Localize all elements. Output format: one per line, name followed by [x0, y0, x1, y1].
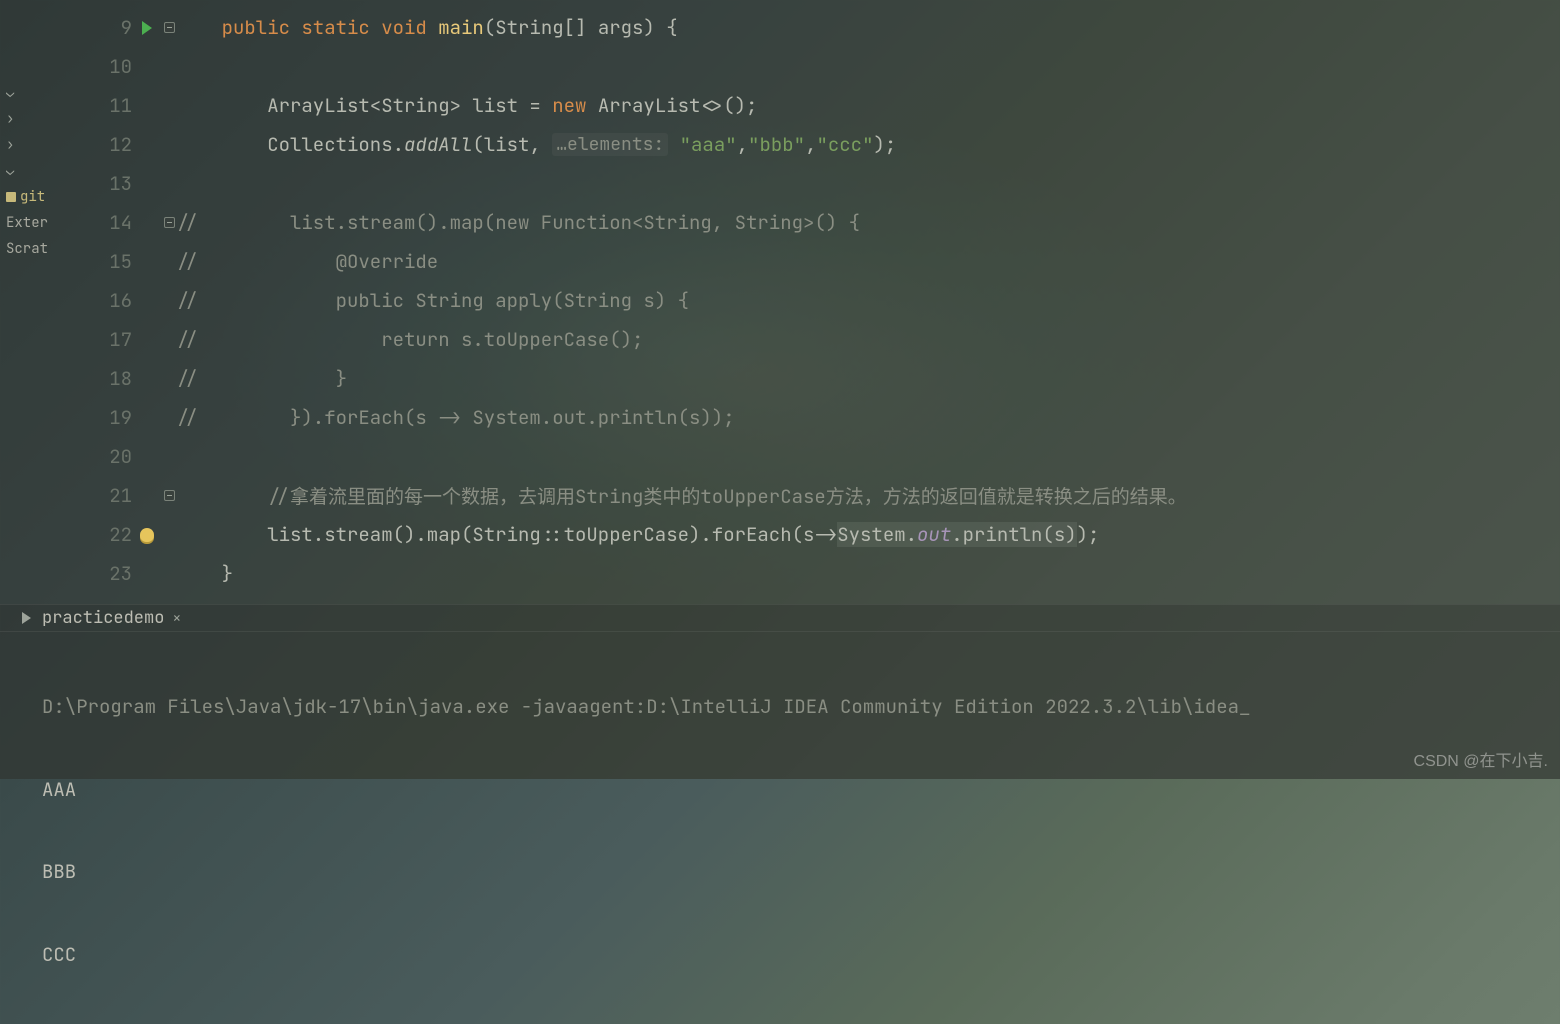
run-icon[interactable] [132, 21, 162, 35]
gitignore-label: git [20, 188, 45, 206]
line-number: 14 [92, 210, 132, 235]
tree-chevron[interactable]: › [0, 106, 52, 132]
gitignore-file[interactable]: git [0, 184, 52, 210]
console-tab-label: practicedemo [42, 607, 164, 629]
line-number: 19 [92, 405, 132, 430]
code-content[interactable]: public static void main(String[] args) {… [176, 8, 1560, 604]
code-editor[interactable]: 9 10 11 12 13 14 15 16 17 18 19 20 21 22 [52, 0, 1560, 604]
fold-column[interactable] [162, 8, 176, 604]
file-icon [6, 192, 16, 202]
line-number: 17 [92, 327, 132, 352]
line-number: 20 [92, 444, 132, 469]
line-number: 22 [92, 522, 132, 547]
line-number: 11 [92, 93, 132, 118]
console-tab[interactable]: practicedemo × [12, 605, 189, 631]
fold-toggle-icon[interactable] [164, 217, 175, 228]
line-number: 21 [92, 483, 132, 508]
close-icon[interactable]: × [172, 608, 181, 628]
tree-chevron[interactable]: ⌄ [0, 158, 52, 184]
external-libraries[interactable]: Exter [0, 210, 52, 236]
line-number: 12 [92, 132, 132, 157]
console-line: CCC [42, 941, 1560, 969]
line-number: 10 [92, 54, 132, 79]
run-console[interactable]: practicedemo × D:\Program Files\Java\jdk… [0, 604, 1560, 779]
line-number: 16 [92, 288, 132, 313]
console-output[interactable]: D:\Program Files\Java\jdk-17\bin\java.ex… [0, 632, 1560, 1024]
tree-chevron[interactable]: ⌄ [0, 80, 52, 106]
line-number: 13 [92, 171, 132, 196]
console-tabbar[interactable]: practicedemo × [0, 604, 1560, 632]
run-tab-icon [20, 611, 34, 625]
line-number: 23 [92, 561, 132, 586]
gutter[interactable]: 9 10 11 12 13 14 15 16 17 18 19 20 21 22 [52, 8, 162, 604]
line-number: 9 [92, 15, 132, 40]
console-line: AAA [42, 776, 1560, 804]
lightbulb-icon[interactable] [132, 528, 162, 542]
fold-toggle-icon[interactable] [164, 490, 175, 501]
console-line: BBB [42, 858, 1560, 886]
watermark: CSDN @在下小吉. [1414, 747, 1548, 771]
line-number: 18 [92, 366, 132, 391]
scratches[interactable]: Scrat [0, 236, 52, 262]
line-number: 15 [92, 249, 132, 274]
fold-toggle-icon[interactable] [164, 22, 175, 33]
tree-chevron[interactable]: › [0, 132, 52, 158]
console-header-line: D:\Program Files\Java\jdk-17\bin\java.ex… [42, 693, 1560, 721]
